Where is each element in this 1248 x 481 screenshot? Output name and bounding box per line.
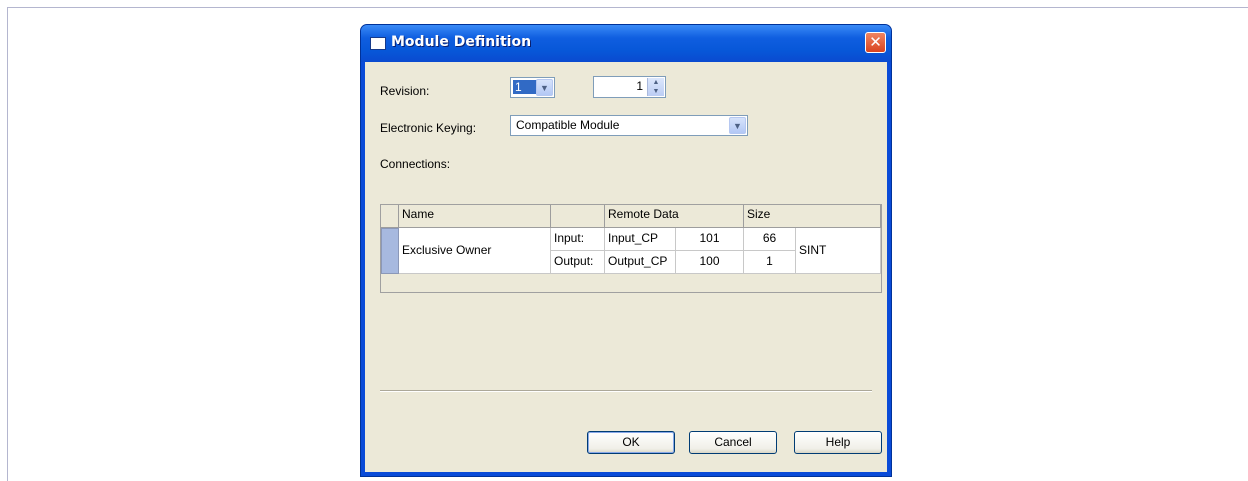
electronic-keying-label: Electronic Keying: <box>380 121 477 135</box>
input-size[interactable]: 66 <box>744 228 796 251</box>
help-button[interactable]: Help <box>794 431 882 454</box>
revision-label: Revision: <box>380 84 430 98</box>
connections-label: Connections: <box>380 157 451 171</box>
revision-major-value: 1 <box>513 80 537 94</box>
input-instance[interactable]: 101 <box>676 228 744 251</box>
close-icon[interactable]: ✕ <box>865 32 886 53</box>
chevron-down-icon[interactable]: ▼ <box>729 117 746 134</box>
column-header-remote-data[interactable]: Remote Data <box>605 205 744 228</box>
module-definition-dialog: Module Definition ✕ Revision: 1 ▼ 1 ▲ ▼ … <box>360 24 892 477</box>
electronic-keying-dropdown[interactable]: Compatible Module ▼ <box>510 115 748 136</box>
dialog-title: Module Definition <box>391 34 532 50</box>
spin-up-icon[interactable]: ▲ <box>648 78 664 87</box>
ok-button[interactable]: OK <box>587 431 675 454</box>
spin-buttons[interactable]: ▲ ▼ <box>647 78 664 96</box>
connections-table: Name Remote Data Size Exclusive Owner In… <box>380 204 882 293</box>
revision-minor-value: 1 <box>636 79 643 93</box>
title-bar[interactable]: Module Definition ✕ <box>361 25 891 62</box>
window-icon <box>370 37 386 50</box>
input-tag[interactable]: Input_CP <box>605 228 676 251</box>
cancel-button[interactable]: Cancel <box>689 431 777 454</box>
revision-minor-stepper[interactable]: 1 ▲ ▼ <box>593 76 666 98</box>
revision-major-dropdown[interactable]: 1 ▼ <box>510 77 555 98</box>
dialog-body: Revision: 1 ▼ 1 ▲ ▼ Electronic Keying: C… <box>365 62 887 472</box>
connection-name[interactable]: Exclusive Owner <box>399 228 551 274</box>
output-size[interactable]: 1 <box>744 251 796 274</box>
spin-down-icon[interactable]: ▼ <box>648 87 664 96</box>
output-instance[interactable]: 100 <box>676 251 744 274</box>
electronic-keying-value: Compatible Module <box>516 118 620 132</box>
column-header-name[interactable]: Name <box>399 205 551 228</box>
output-direction-label: Output: <box>551 251 605 274</box>
row-selector[interactable] <box>381 228 399 274</box>
separator-line <box>380 390 872 392</box>
column-header-size[interactable]: Size <box>744 205 881 228</box>
output-tag[interactable]: Output_CP <box>605 251 676 274</box>
input-direction-label: Input: <box>551 228 605 251</box>
column-header-direction[interactable] <box>551 205 605 228</box>
row-header-corner <box>381 205 399 228</box>
data-type[interactable]: SINT <box>796 228 881 274</box>
chevron-down-icon[interactable]: ▼ <box>536 79 553 96</box>
